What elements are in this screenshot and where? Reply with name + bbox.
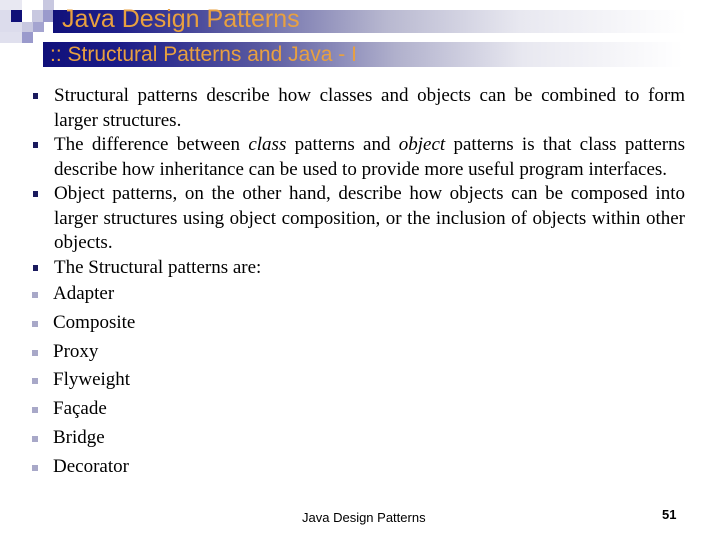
bullet-text: The difference between class patterns an… (54, 134, 685, 180)
slide-content: Structural patterns describe how classes… (32, 84, 685, 482)
sub-bullet-icon (32, 435, 38, 442)
page-number: 51 (662, 507, 677, 522)
pattern-item: Proxy (0, 338, 685, 367)
sub-bullet-icon (32, 378, 38, 385)
decor-square (22, 32, 33, 43)
bullet-text: Structural patterns describe how classes… (54, 85, 685, 131)
slide-subtitle: :: Structural Patterns and Java - I (50, 43, 357, 66)
bullet-icon (33, 93, 38, 99)
emphasis-object: object (398, 134, 446, 155)
bullet-item: The difference between class patterns an… (33, 133, 685, 182)
pattern-item: Façade (0, 395, 685, 424)
bullet-item: The Structural patterns are: (33, 256, 685, 281)
sub-bullet-icon (32, 407, 38, 414)
pattern-item: Composite (0, 309, 685, 338)
emphasis-class: class (248, 134, 287, 155)
sub-bullet-icon (32, 349, 38, 356)
pattern-item: Decorator (0, 453, 685, 482)
decor-square (22, 22, 33, 32)
decor-square (0, 32, 22, 43)
pattern-item: Bridge (0, 424, 685, 453)
decor-square (11, 10, 22, 22)
decor-square (43, 0, 54, 10)
bullet-icon (33, 264, 38, 271)
sub-bullet-icon (32, 292, 38, 298)
pattern-list: Adapter Composite Proxy Flyweight Façade… (0, 280, 685, 482)
sub-bullet-icon (32, 320, 38, 327)
bullet-item: Object patterns, on the other hand, desc… (33, 182, 685, 256)
bullet-text: The Structural patterns are: (54, 256, 262, 278)
pattern-item: Adapter (0, 280, 685, 309)
decor-square (33, 22, 44, 32)
bullet-icon (33, 142, 38, 148)
bullet-item: Structural patterns describe how classes… (33, 84, 685, 133)
bullet-text: Object patterns, on the other hand, desc… (54, 183, 685, 253)
footer-text: Java Design Patterns (302, 510, 426, 525)
sub-bullet-icon (32, 464, 38, 471)
bullet-icon (33, 191, 38, 197)
pattern-item: Flyweight (0, 366, 685, 395)
slide-title: Java Design Patterns (62, 5, 300, 33)
